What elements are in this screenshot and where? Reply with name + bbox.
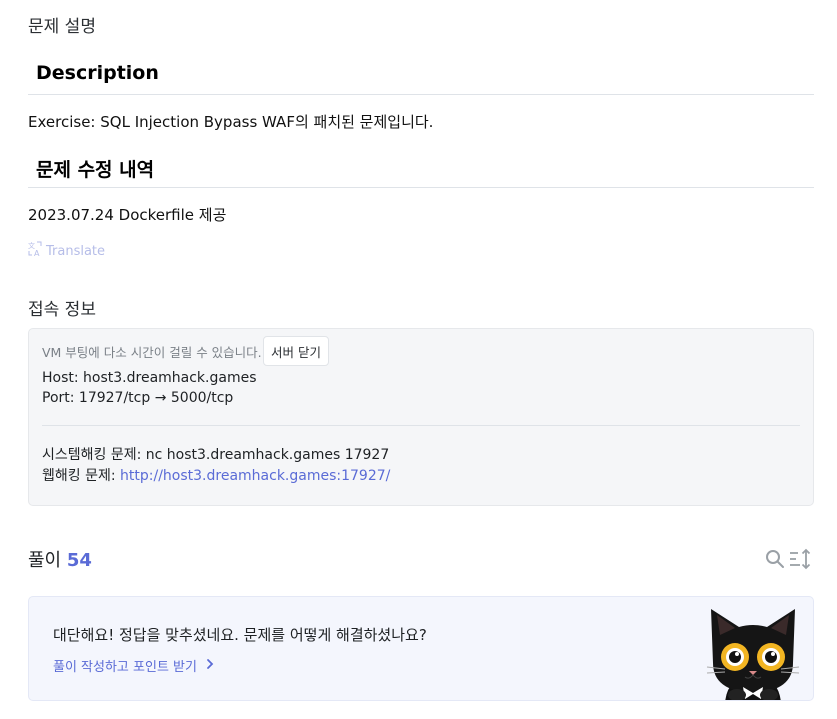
description-text: Exercise: SQL Injection Bypass WAF의 패치된 …	[28, 113, 434, 131]
system-hacking-command: nc host3.dreamhack.games 17927	[145, 447, 390, 463]
port-line: Port: 17927/tcp → 5000/tcp	[42, 390, 234, 406]
solutions-count: 54	[66, 550, 92, 571]
description-heading: Description	[28, 62, 814, 95]
search-icon[interactable]	[764, 548, 786, 570]
web-hacking-line: 웹해킹 문제: http://host3.dreamhack.games:179…	[42, 465, 390, 485]
revision-text: 2023.07.24 Dockerfile 제공	[28, 206, 227, 224]
connection-divider	[42, 425, 800, 426]
banner-title: 대단해요! 정답을 맞추셨네요. 문제를 어떻게 해결하셨나요?	[53, 626, 427, 644]
system-hacking-prefix: 시스템해킹 문제:	[42, 447, 146, 463]
revision-heading: 문제 수정 내역	[28, 155, 814, 188]
black-cat-mascot	[703, 601, 803, 700]
chevron-right-icon	[205, 658, 215, 674]
system-hacking-line: 시스템해킹 문제: nc host3.dreamhack.games 17927	[42, 444, 389, 464]
write-solution-banner: 대단해요! 정답을 맞추셨네요. 문제를 어떻게 해결하셨나요? 풀이 작성하고…	[28, 596, 814, 701]
solutions-header: 풀이 54	[28, 546, 92, 572]
translate-icon: 文 A	[28, 241, 43, 261]
connection-info-box: VM 부팅에 다소 시간이 걸릴 수 있습니다. 서버 닫기 Host: hos…	[28, 328, 814, 506]
connection-info-label: 접속 정보	[28, 300, 96, 320]
sort-icon[interactable]	[789, 548, 811, 570]
host-line: Host: host3.dreamhack.games	[42, 370, 257, 386]
web-hacking-link[interactable]: http://host3.dreamhack.games:17927/	[120, 468, 390, 484]
write-solution-link[interactable]: 풀이 작성하고 포인트 받기	[53, 656, 215, 675]
svg-text:A: A	[34, 249, 40, 257]
write-solution-label: 풀이 작성하고 포인트 받기	[53, 660, 197, 675]
close-server-button[interactable]: 서버 닫기	[263, 336, 329, 366]
vm-boot-note: VM 부팅에 다소 시간이 걸릴 수 있습니다.	[42, 345, 262, 360]
problem-description-label: 문제 설명	[28, 17, 96, 37]
web-hacking-prefix: 웹해킹 문제:	[42, 468, 121, 484]
translate-label: Translate	[46, 243, 106, 259]
solutions-title: 풀이	[28, 550, 62, 571]
translate-button[interactable]: 文 A Translate	[28, 241, 105, 261]
